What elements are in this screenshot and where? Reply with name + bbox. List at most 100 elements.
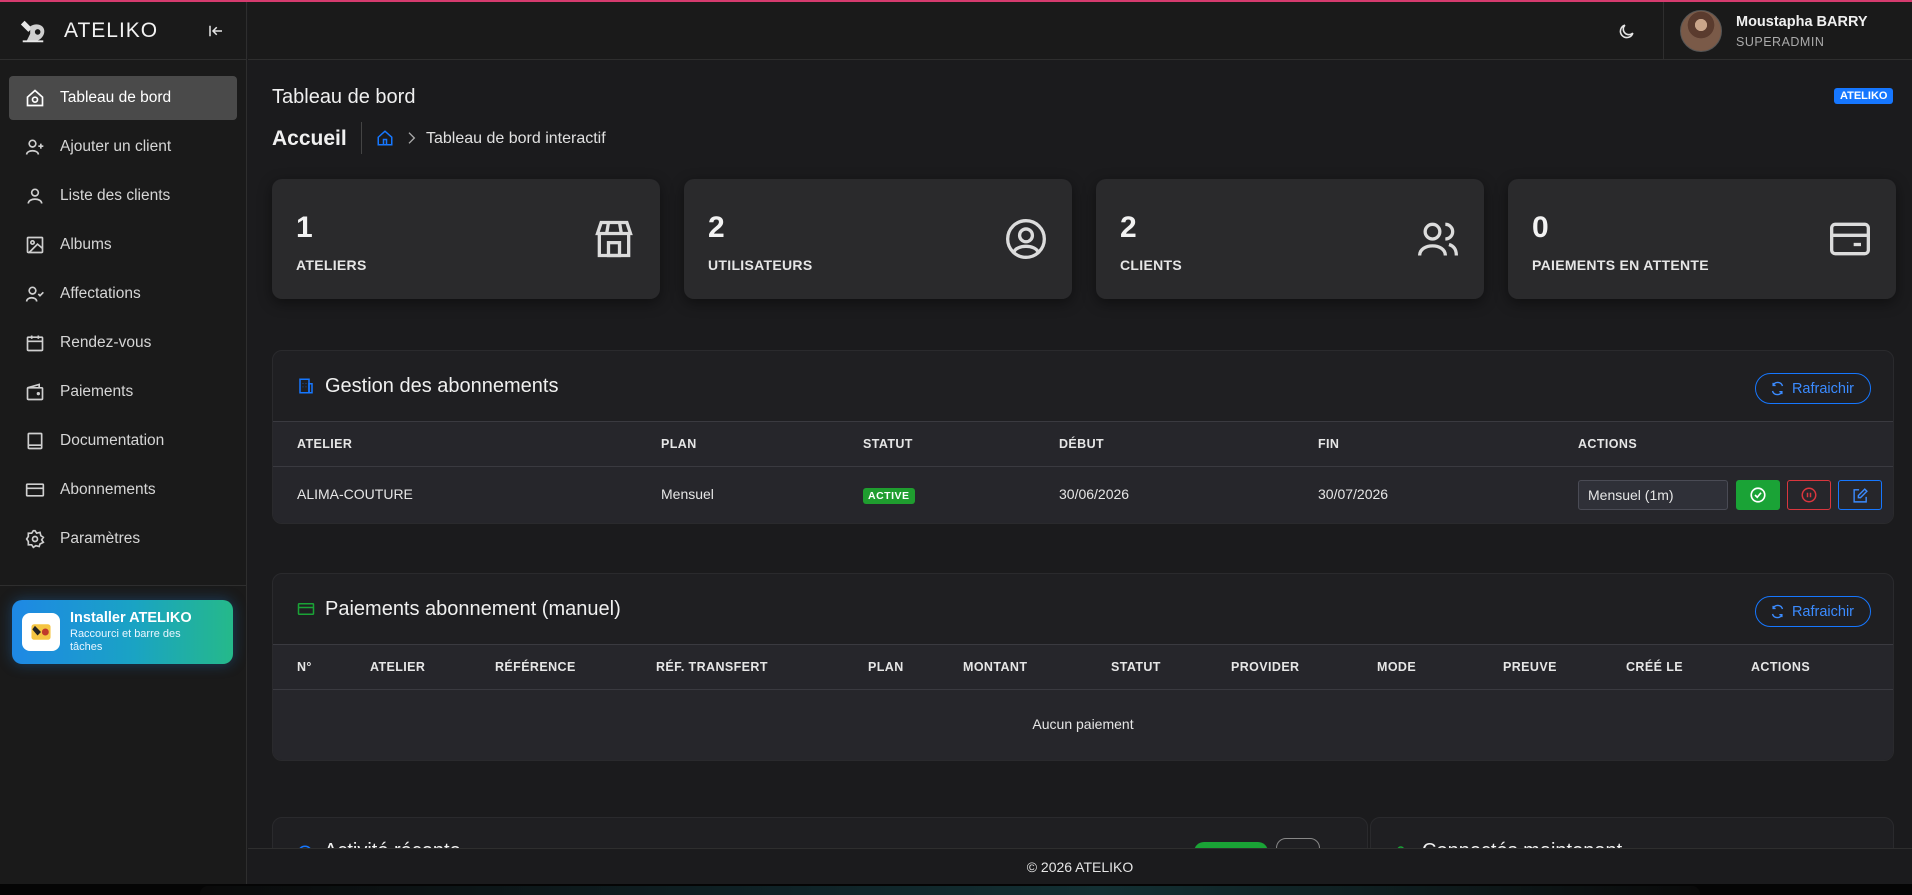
sidebar-item-label: Rendez-vous — [60, 334, 152, 351]
sidebar: ATELIKO Tableau de bord Ajouter un clien… — [0, 2, 247, 895]
column-header: ACTIONS — [1578, 437, 1638, 451]
stat-label: CLIENTS — [1120, 257, 1182, 273]
install-app-icon — [22, 613, 60, 651]
sidebar-item-documentation[interactable]: Documentation — [9, 419, 237, 463]
table-row: ALIMA-COUTURE Mensuel ACTIVE 30/06/2026 … — [273, 467, 1893, 523]
connected-now-title: Connectés maintenant — [1422, 840, 1622, 848]
empty-row: Aucun paiement — [273, 690, 1893, 760]
refresh-subscriptions-button[interactable]: Rafraichir — [1754, 373, 1871, 404]
theme-toggle-button[interactable] — [1614, 19, 1638, 43]
stat-value: 2 — [708, 211, 725, 244]
approve-button[interactable] — [1736, 480, 1780, 510]
user-separator — [1663, 2, 1664, 60]
user-menu[interactable]: Moustapha BARRY SUPERADMIN — [1680, 10, 1868, 52]
stat-value: 1 — [296, 211, 313, 244]
user-check-icon — [25, 286, 44, 302]
sidebar-item-liste-clients[interactable]: Liste des clients — [9, 174, 237, 218]
plan-select[interactable]: Mensuel (1m) — [1578, 480, 1728, 510]
sidebar-item-affectations[interactable]: Affectations — [9, 272, 237, 316]
install-app-subtitle: Raccourci et barre des tâches — [70, 628, 181, 653]
book-icon — [27, 432, 43, 450]
wallet-icon — [26, 383, 44, 401]
stat-label: ATELIERS — [296, 257, 367, 273]
sidebar-item-label: Albums — [60, 236, 112, 253]
stat-card-utilisateurs: 2 UTILISATEURS — [684, 179, 1072, 299]
install-app-card[interactable]: Installer ATELIKO Raccourci et barre des… — [12, 600, 233, 664]
sidebar-item-label: Affectations — [60, 285, 141, 302]
column-header: ACTIONS — [1751, 660, 1811, 674]
moon-icon — [1619, 23, 1634, 38]
payments-table-header: N° ATELIER RÉFÉRENCE RÉF. TRANSFERT PLAN… — [273, 644, 1893, 690]
sidebar-nav: Tableau de bord Ajouter un client Liste … — [0, 60, 246, 561]
column-header: STATUT — [863, 437, 913, 451]
chevron-right-icon — [408, 132, 416, 144]
refresh-icon — [1771, 604, 1784, 619]
pause-circle-icon — [1801, 487, 1817, 503]
payments-title: Paiements abonnement (manuel) — [325, 598, 621, 620]
brand-badge: ATELIKO — [1834, 88, 1894, 104]
collapse-sidebar-button[interactable] — [204, 19, 228, 43]
sidebar-item-abonnements[interactable]: Abonnements — [9, 468, 237, 512]
empty-message: Aucun paiement — [1032, 716, 1134, 732]
footer: © 2026 ATELIKO — [248, 848, 1912, 884]
sidebar-item-label: Documentation — [60, 432, 165, 449]
stat-label: PAIEMENTS EN ATTENTE — [1532, 257, 1709, 273]
sidebar-item-rendez-vous[interactable]: Rendez-vous — [9, 321, 237, 365]
store-icon — [595, 220, 633, 258]
brand: ATELIKO — [0, 2, 246, 60]
user-role: SUPERADMIN — [1736, 34, 1825, 49]
subscriptions-table-header: ATELIER PLAN STATUT DÉBUT FIN ACTIONS — [273, 421, 1893, 467]
column-header: MONTANT — [963, 660, 1028, 674]
user-icon — [27, 188, 43, 204]
user-name: Moustapha BARRY — [1736, 13, 1868, 30]
sidebar-item-albums[interactable]: Albums — [9, 223, 237, 267]
user-plus-icon — [25, 139, 44, 155]
sidebar-item-label: Paiements — [60, 383, 134, 400]
column-header: RÉFÉRENCE — [495, 660, 576, 674]
sidebar-item-paiements[interactable]: Paiements — [9, 370, 237, 414]
avatar — [1680, 10, 1722, 52]
suspend-button[interactable] — [1787, 480, 1831, 510]
cell-plan: Mensuel — [661, 486, 714, 502]
sidebar-item-ajouter-client[interactable]: Ajouter un client — [9, 125, 237, 169]
cell-atelier: ALIMA-COUTURE — [297, 486, 413, 502]
refresh-payments-button[interactable]: Rafraichir — [1754, 596, 1871, 627]
column-header: PREUVE — [1503, 660, 1557, 674]
building-icon — [299, 378, 313, 394]
refresh-icon — [1771, 381, 1784, 396]
edit-button[interactable] — [1838, 480, 1882, 510]
credit-card-icon — [1830, 222, 1870, 256]
sidebar-item-label: Liste des clients — [60, 187, 171, 204]
sidebar-divider — [0, 585, 246, 586]
column-header: ATELIER — [297, 437, 353, 451]
subscriptions-panel: Gestion des abonnements Rafraichir ATELI… — [272, 350, 1894, 524]
column-header: DÉBUT — [1059, 437, 1105, 451]
sidebar-item-label: Tableau de bord — [60, 89, 172, 106]
stat-value: 2 — [1120, 211, 1137, 244]
sidebar-item-parametres[interactable]: Paramètres — [9, 517, 237, 561]
breadcrumb-home-icon[interactable] — [376, 129, 394, 147]
column-header: FIN — [1318, 437, 1340, 451]
sidebar-item-tableau-de-bord[interactable]: Tableau de bord — [9, 76, 237, 120]
collapse-left-icon — [209, 25, 222, 36]
credit-card-icon — [297, 603, 315, 615]
edit-icon — [1852, 487, 1868, 503]
stat-card-clients: 2 CLIENTS — [1096, 179, 1484, 299]
activity-action-button[interactable] — [1276, 838, 1320, 848]
bottom-strip-glow — [200, 886, 1700, 895]
stat-value: 0 — [1532, 211, 1549, 244]
refresh-label: Rafraichir — [1791, 380, 1854, 397]
home-icon — [26, 89, 44, 107]
calendar-icon — [26, 335, 44, 352]
sidebar-item-label: Abonnements — [60, 481, 156, 498]
sidebar-item-label: Ajouter un client — [60, 138, 172, 155]
column-header: MODE — [1377, 660, 1417, 674]
breadcrumb-separator — [361, 122, 362, 154]
cell-start-date: 30/06/2026 — [1059, 486, 1130, 502]
credit-card-icon — [25, 483, 45, 497]
ateliko-logo-icon[interactable] — [18, 16, 48, 46]
gear-icon — [25, 529, 45, 549]
image-icon — [26, 236, 44, 254]
recent-activity-title: Activité récente — [324, 840, 461, 848]
sidebar-item-label: Paramètres — [60, 530, 141, 547]
